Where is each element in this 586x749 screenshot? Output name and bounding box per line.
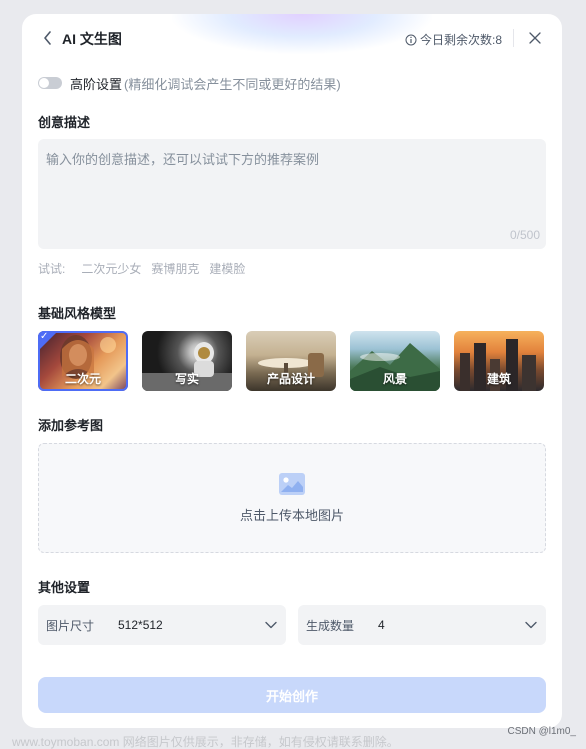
try-tag-anime-girl[interactable]: 二次元少女 — [81, 260, 141, 277]
footer-watermark: www.toymoban.com 网络图片仅供展示，非存储，如有侵权请联系删除。 — [12, 735, 399, 749]
prompt-input[interactable]: 输入你的创意描述，还可以试试下方的推荐案例 0/500 — [38, 139, 546, 249]
header-divider — [513, 29, 514, 47]
ai-text-to-image-panel: AI 文生图 今日剩余次数:8 高阶设置 (精细化调试会产生不同或更好的结果) … — [22, 14, 562, 728]
image-size-select[interactable]: 图片尺寸 512*512 — [38, 605, 286, 645]
chevron-down-icon — [264, 618, 278, 632]
style-label: 二次元 — [64, 372, 101, 386]
panel-header: AI 文生图 今日剩余次数:8 — [22, 14, 562, 62]
advanced-settings-note: (精细化调试会产生不同或更好的结果) — [124, 76, 341, 92]
toggle-knob — [39, 78, 49, 88]
close-button[interactable] — [526, 29, 544, 47]
style-card-product-design[interactable]: 产品设计 — [246, 331, 336, 391]
try-label: 试试: — [38, 262, 66, 276]
style-label: 产品设计 — [266, 372, 315, 386]
page-title: AI 文生图 — [62, 31, 122, 47]
style-label: 写实 — [174, 372, 199, 386]
style-card-architecture[interactable]: 建筑 — [454, 331, 544, 391]
back-button[interactable] — [38, 28, 58, 48]
image-size-label: 图片尺寸 — [46, 618, 95, 633]
advanced-settings-row: 高阶设置 (精细化调试会产生不同或更好的结果) — [38, 74, 341, 92]
prompt-section-title: 创意描述 — [38, 115, 91, 130]
try-tag-model-face[interactable]: 建模脸 — [209, 260, 245, 277]
image-upload-icon — [279, 472, 305, 495]
style-card-anime[interactable]: ✓ 二次元 — [38, 331, 128, 391]
prompt-char-counter: 0/500 — [509, 228, 540, 242]
start-create-button[interactable]: 开始创作 — [38, 677, 546, 713]
image-size-value: 512*512 — [118, 618, 163, 632]
daily-quota: 今日剩余次数:8 — [405, 31, 502, 48]
style-section-title: 基础风格模型 — [38, 306, 117, 321]
close-icon — [529, 32, 541, 44]
footer-credit: CSDN @l1m0_ — [507, 726, 576, 737]
check-icon: ✓ — [40, 331, 49, 342]
style-label: 建筑 — [486, 372, 511, 386]
quota-text: 今日剩余次数:8 — [419, 33, 502, 47]
upload-text: 点击上传本地图片 — [239, 507, 344, 523]
reference-upload-area[interactable]: 点击上传本地图片 — [38, 443, 546, 553]
generate-count-value: 4 — [378, 618, 385, 632]
style-card-landscape[interactable]: 风景 — [350, 331, 440, 391]
info-circle-icon — [405, 34, 417, 45]
generate-count-label: 生成数量 — [306, 618, 355, 633]
reference-section-title: 添加参考图 — [38, 418, 104, 433]
style-label: 风景 — [382, 372, 407, 386]
style-model-list: ✓ 二次元 写实 产品设计 风景 建筑 — [38, 331, 546, 391]
try-tag-cyberpunk[interactable]: 赛博朋克 — [151, 260, 199, 277]
chevron-down-icon — [524, 618, 538, 632]
other-settings-title: 其他设置 — [38, 580, 91, 595]
chevron-left-icon — [44, 31, 51, 45]
generate-count-select[interactable]: 生成数量 4 — [298, 605, 546, 645]
prompt-placeholder: 输入你的创意描述，还可以试试下方的推荐案例 — [46, 152, 320, 167]
advanced-settings-toggle[interactable] — [38, 77, 62, 89]
style-card-realistic[interactable]: 写实 — [142, 331, 232, 391]
try-suggestions: 试试: 二次元少女 赛博朋克 建模脸 — [38, 260, 245, 277]
advanced-settings-label: 高阶设置 — [70, 76, 123, 92]
